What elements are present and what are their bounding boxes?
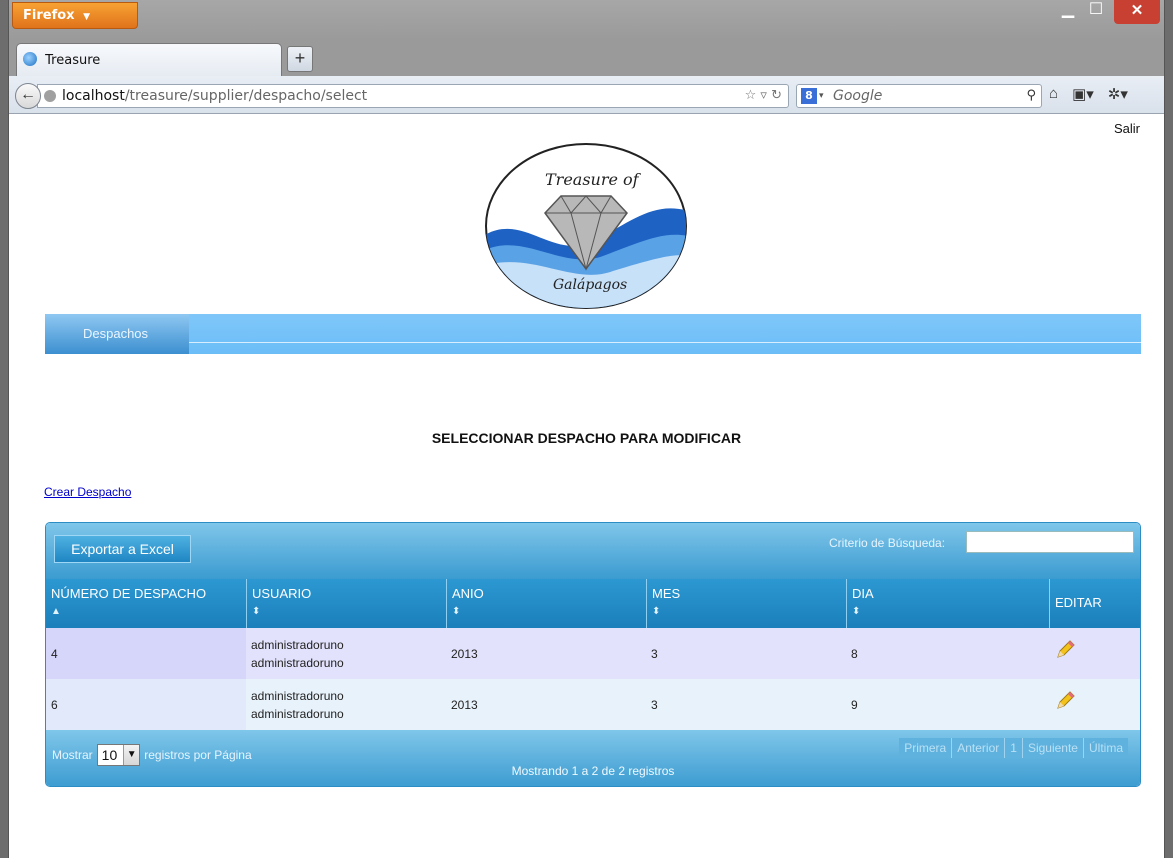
cell-mes: 3 (651, 646, 658, 661)
table-row[interactable]: 4 administradoruno administradoruno 2013… (46, 628, 1140, 679)
column-header-label: USUARIO (252, 586, 312, 601)
table-row[interactable]: 6 administradoruno administradoruno 2013… (46, 679, 1140, 730)
bookmark-star-icon[interactable]: ☆ (745, 88, 757, 103)
cell-usuario: administradoruno administradoruno (246, 679, 446, 730)
logo-text-bottom: Galápagos (553, 277, 627, 293)
toolbar-icons: ⌂ ▣▾ ✲▾ (1049, 85, 1128, 103)
site-logo: Treasure of Galápagos (485, 143, 687, 309)
chevron-down-icon: ▼ (83, 12, 90, 22)
cell-anio: 2013 (451, 697, 478, 712)
edit-pencil-icon[interactable] (1054, 639, 1076, 661)
chevron-down-icon: ▾ (819, 91, 824, 101)
search-input[interactable] (966, 531, 1134, 553)
page-size-value: 10 (101, 747, 118, 763)
cell-numero: 4 (46, 628, 246, 679)
page-size-select[interactable]: 10 ▼ (96, 744, 141, 766)
logo-text-top: Treasure of (545, 170, 642, 189)
cell-usuario-line: administradoruno (251, 688, 344, 703)
menu-divider (189, 342, 1141, 343)
tab-label: Treasure (45, 53, 101, 68)
search-label: Criterio de Búsqueda: (829, 536, 946, 550)
close-icon[interactable]: ✕ (1114, 0, 1160, 24)
search-placeholder: Google (833, 88, 883, 104)
cell-usuario-line: administradoruno (251, 706, 344, 721)
search-icon[interactable]: ⚲ (1026, 85, 1036, 107)
sort-ascending-icon: ▲ (51, 606, 61, 617)
tab-strip: Treasure + (9, 40, 1164, 76)
table-header: NÚMERO DE DESPACHO ▲ USUARIO ⬍ ANIO ⬍ ME… (46, 579, 1140, 628)
home-icon[interactable]: ⌂ (1049, 85, 1058, 103)
cell-usuario-line: administradoruno (251, 637, 344, 652)
page-size-prefix: Mostrar (52, 748, 93, 762)
addon-icon[interactable]: ✲▾ (1108, 85, 1128, 103)
column-header-usuario[interactable]: USUARIO ⬍ (246, 579, 446, 628)
back-arrow-icon: ← (20, 86, 36, 103)
cell-dia: 8 (851, 646, 858, 661)
tab-treasure[interactable]: Treasure (16, 43, 282, 76)
create-despacho-link[interactable]: Crear Despacho (44, 485, 131, 499)
column-header-label: MES (652, 586, 681, 601)
cell-usuario-line: administradoruno (251, 655, 344, 670)
menu-item-despachos[interactable]: Despachos (45, 314, 189, 354)
pager-current-page[interactable]: 1 (1005, 738, 1023, 758)
logout-link[interactable]: Salir (1114, 121, 1140, 136)
search-bar[interactable]: 8 ▾ Google ⚲ (796, 84, 1042, 108)
pager-next-button[interactable]: Siguiente (1022, 738, 1084, 758)
cell-numero: 6 (46, 679, 246, 730)
google-logo-icon[interactable]: 8 (801, 88, 817, 104)
table-footer: Mostrar 10 ▼ registros por Página Mostra… (46, 730, 1140, 786)
records-info: Mostrando 1 a 2 de 2 registros (511, 764, 675, 778)
column-header-editar: EDITAR (1049, 579, 1140, 628)
pagination: Primera Anterior 1 Siguiente Última (899, 738, 1128, 758)
cell-anio: 2013 (451, 646, 478, 661)
url-path: /treasure/supplier/despacho/select (124, 88, 368, 104)
pager-prev-button[interactable]: Anterior (952, 738, 1006, 758)
browser-window: Firefox ▼ ▁ ☐ ✕ Treasure + localhost/tre… (8, 0, 1165, 858)
globe-icon (44, 90, 56, 102)
sort-icon: ⬍ (452, 606, 461, 617)
pager-first-button[interactable]: Primera (899, 738, 953, 758)
column-header-numero[interactable]: NÚMERO DE DESPACHO ▲ (46, 579, 246, 628)
back-button[interactable]: ← (15, 83, 41, 109)
sort-icon: ⬍ (852, 606, 861, 617)
column-header-label: NÚMERO DE DESPACHO (51, 586, 207, 601)
page-size-control: Mostrar 10 ▼ registros por Página (52, 744, 252, 766)
column-header-label: ANIO (452, 586, 484, 601)
sort-icon: ⬍ (652, 606, 661, 617)
chevron-down-icon: ▼ (123, 745, 140, 765)
column-header-label: DIA (852, 586, 874, 601)
page-content: Salir Treasure of Galápagos Despachos SE… (9, 115, 1164, 858)
cell-mes: 3 (651, 697, 658, 712)
nav-bar: localhost/treasure/supplier/despacho/sel… (9, 76, 1164, 114)
column-header-mes[interactable]: MES ⬍ (646, 579, 846, 628)
window-controls: ▁ ☐ ✕ (1054, 0, 1160, 28)
dropdown-icon[interactable]: ▿ (760, 88, 767, 103)
reload-icon[interactable]: ↻ (771, 88, 782, 103)
firefox-menu-button[interactable]: Firefox ▼ (12, 2, 138, 29)
cell-dia: 9 (851, 697, 858, 712)
page-title: SELECCIONAR DESPACHO PARA MODIFICAR (431, 430, 742, 446)
main-menu: Despachos (45, 314, 1141, 354)
column-header-label: EDITAR (1055, 595, 1102, 610)
table-toolbar: Exportar a Excel Criterio de Búsqueda: (46, 523, 1140, 579)
minimize-icon[interactable]: ▁ (1054, 0, 1082, 22)
data-table: Exportar a Excel Criterio de Búsqueda: N… (45, 522, 1141, 787)
bookmarks-icon[interactable]: ▣▾ (1072, 85, 1094, 103)
column-header-dia[interactable]: DIA ⬍ (846, 579, 1049, 628)
edit-pencil-icon[interactable] (1054, 690, 1076, 712)
url-actions: ☆ ▿ ↻ (745, 85, 782, 107)
url-host: localhost (62, 88, 125, 104)
column-header-anio[interactable]: ANIO ⬍ (446, 579, 646, 628)
cell-usuario: administradoruno administradoruno (246, 628, 446, 679)
pager-last-button[interactable]: Última (1083, 738, 1128, 758)
favicon-icon (23, 52, 37, 66)
firefox-menu-label: Firefox (23, 8, 75, 23)
maximize-icon[interactable]: ☐ (1082, 0, 1110, 22)
title-bar: Firefox ▼ ▁ ☐ ✕ (9, 0, 1164, 40)
sort-icon: ⬍ (252, 606, 261, 617)
export-excel-button[interactable]: Exportar a Excel (54, 535, 191, 563)
page-size-suffix: registros por Página (144, 748, 252, 762)
new-tab-button[interactable]: + (287, 46, 313, 72)
url-bar[interactable]: localhost/treasure/supplier/despacho/sel… (37, 84, 789, 108)
